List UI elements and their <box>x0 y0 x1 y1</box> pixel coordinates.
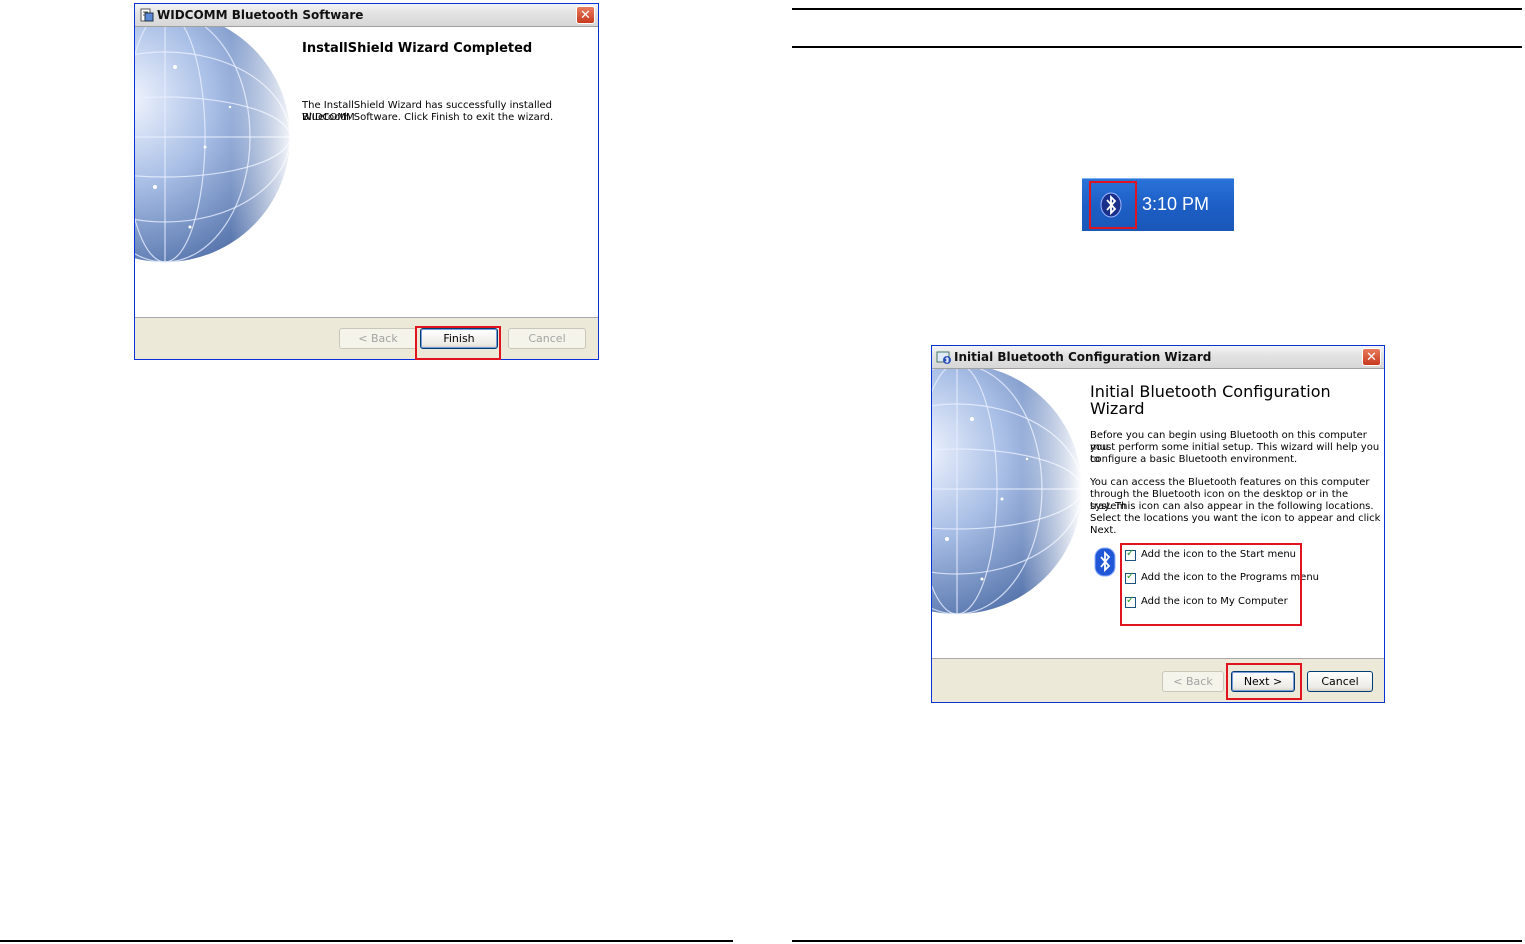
wizard-heading-line1: Initial Bluetooth Configuration <box>1090 382 1331 401</box>
title-bar[interactable]: Initial Bluetooth Configuration Wizard ✕ <box>932 346 1384 369</box>
back-button[interactable]: < Back <box>339 328 417 349</box>
bottom-rule-left <box>0 940 733 942</box>
close-button[interactable]: ✕ <box>576 6 595 24</box>
header-rule <box>792 46 1522 48</box>
cancel-button[interactable]: Cancel <box>1307 671 1373 692</box>
access-line3: tray. This icon can also appear in the f… <box>1090 501 1374 512</box>
access-line5: Next. <box>1090 525 1117 536</box>
back-button[interactable]: < Back <box>1162 671 1224 692</box>
window-title: Initial Bluetooth Configuration Wizard <box>954 350 1212 364</box>
wizard-message-line2: Bluetooth Software. Click Finish to exit… <box>302 112 554 123</box>
bluetooth-icon <box>1094 547 1116 577</box>
wizard-heading-line2: Wizard <box>1090 399 1145 418</box>
my-computer-label: Add the icon to My Computer <box>1141 596 1288 607</box>
installer-icon <box>140 8 154 22</box>
programs-menu-checkbox[interactable] <box>1125 571 1136 584</box>
bottom-rule-right <box>792 940 1522 942</box>
top-rule <box>792 8 1522 10</box>
wizard-heading: InstallShield Wizard Completed <box>302 41 533 56</box>
access-line1: You can access the Bluetooth features on… <box>1090 477 1370 488</box>
close-button[interactable]: ✕ <box>1362 348 1381 366</box>
intro-line3: configure a basic Bluetooth environment. <box>1090 454 1298 465</box>
start-menu-checkbox[interactable] <box>1125 548 1136 561</box>
button-bar: < Back Finish Cancel <box>135 317 598 359</box>
system-tray: 3:10 PM <box>1082 178 1234 231</box>
cancel-button[interactable]: Cancel <box>508 328 586 349</box>
wizard-body: Initial Bluetooth Configuration Wizard B… <box>932 369 1384 659</box>
next-button[interactable]: Next > <box>1231 671 1295 692</box>
installshield-window: WIDCOMM Bluetooth Software ✕ InstallShie… <box>134 3 599 360</box>
programs-menu-label: Add the icon to the Programs menu <box>1141 572 1319 583</box>
clock-time[interactable]: 3:10 PM <box>1142 194 1209 215</box>
finish-button[interactable]: Finish <box>420 328 498 349</box>
button-bar: < Back Next > Cancel <box>932 658 1384 702</box>
bt-config-window: Initial Bluetooth Configuration Wizard ✕ <box>931 345 1385 703</box>
access-line4: Select the locations you want the icon t… <box>1090 513 1381 524</box>
window-title: WIDCOMM Bluetooth Software <box>157 8 364 22</box>
bluetooth-wizard-icon <box>936 351 951 364</box>
wizard-body: InstallShield Wizard Completed The Insta… <box>135 27 598 319</box>
globe-graphic <box>932 369 1082 659</box>
bluetooth-tray-icon[interactable] <box>1099 192 1123 218</box>
my-computer-checkbox[interactable] <box>1125 595 1136 608</box>
title-bar[interactable]: WIDCOMM Bluetooth Software ✕ <box>135 4 598 27</box>
start-menu-label: Add the icon to the Start menu <box>1141 549 1297 560</box>
globe-graphic <box>135 27 295 319</box>
